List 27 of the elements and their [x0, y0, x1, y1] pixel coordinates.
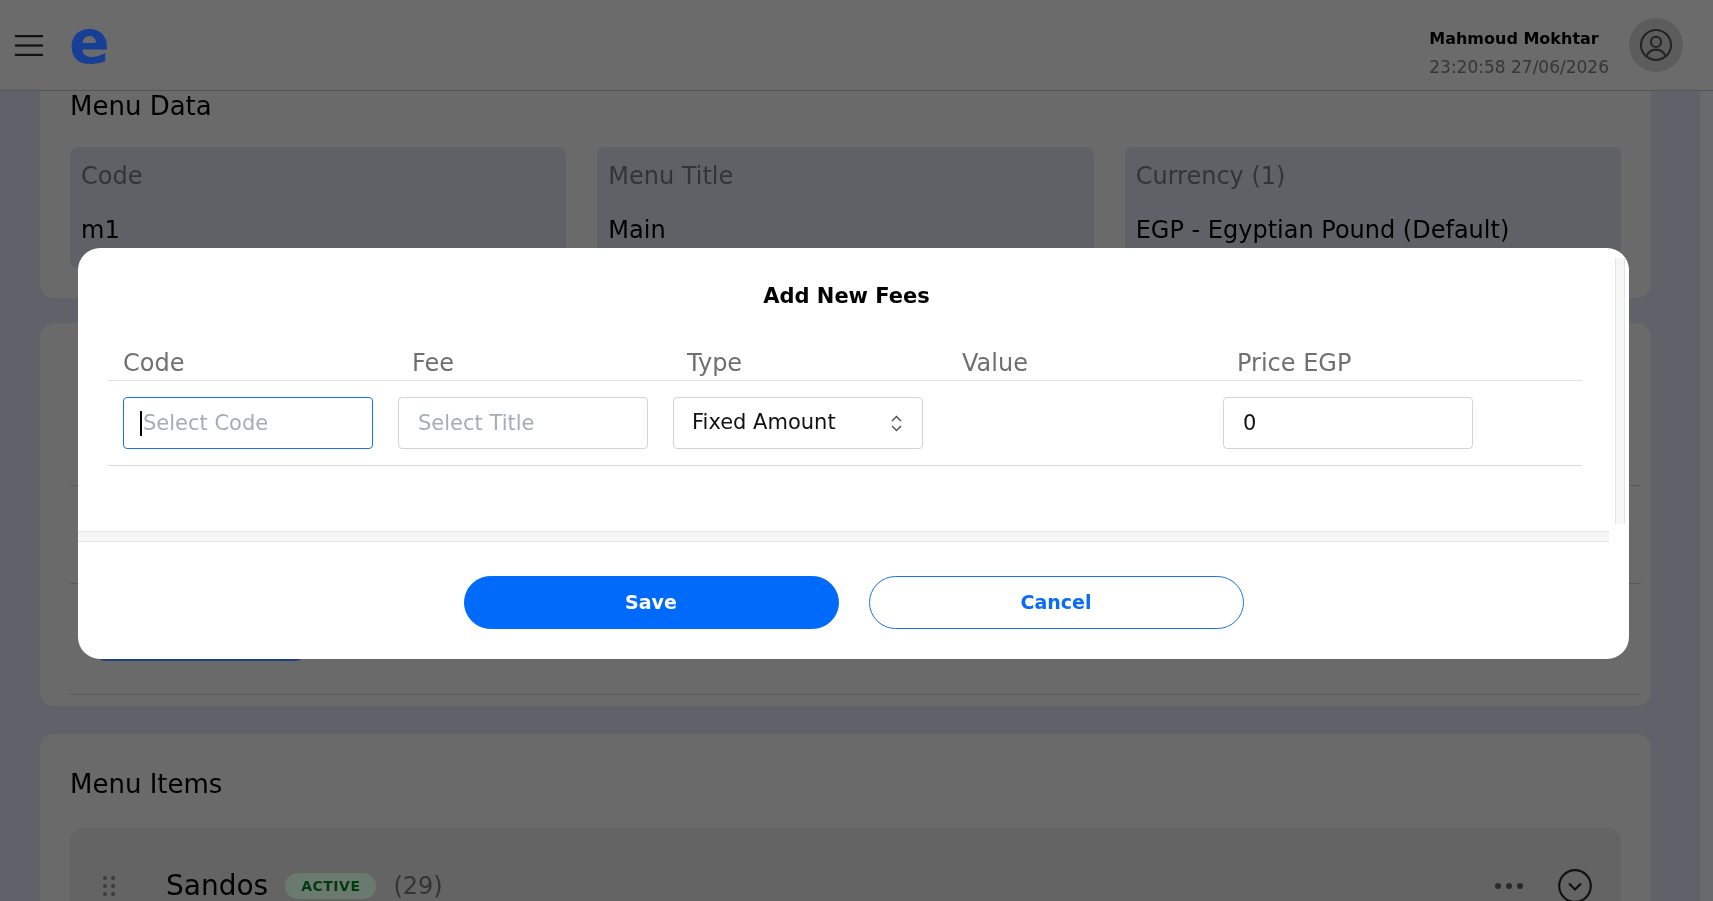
column-header: Fee	[412, 349, 455, 377]
cancel-button[interactable]: Cancel	[868, 576, 1244, 629]
type-select[interactable]: Fixed Amount	[673, 397, 923, 449]
chevron-up-down-icon	[891, 414, 902, 432]
dialog-title: Add New Fees	[763, 283, 930, 310]
drag-handle-icon[interactable]	[103, 876, 115, 896]
field-value: m1	[81, 216, 121, 245]
text-cursor-icon	[140, 411, 142, 436]
column-header: Code	[123, 349, 185, 377]
input-field[interactable]: Select Code	[123, 397, 373, 449]
ellipsis-icon[interactable]	[1495, 883, 1523, 889]
section-title: Menu Data	[70, 91, 213, 121]
input-field[interactable]: 0	[1223, 397, 1473, 449]
menu-icon[interactable]	[15, 34, 43, 56]
status-badge: ACTIVE	[285, 873, 377, 899]
page-scrollbar[interactable]	[1700, 91, 1713, 901]
horizontal-scrollbar[interactable]	[78, 531, 1609, 542]
user-name: Mahmoud Mokhtar	[1429, 29, 1600, 49]
column-header: Type	[687, 349, 743, 377]
field-value: EGP - Egyptian Pound (Default)	[1135, 216, 1511, 245]
section-title: Menu Items	[70, 769, 224, 799]
save-button[interactable]: Save	[463, 576, 839, 629]
category-name: Sandos	[166, 871, 269, 901]
column-header: Price EGP	[1237, 349, 1352, 377]
vertical-scrollbar[interactable]	[1615, 258, 1625, 524]
column-header: Value	[962, 349, 1028, 377]
field-value: Main	[608, 216, 667, 245]
